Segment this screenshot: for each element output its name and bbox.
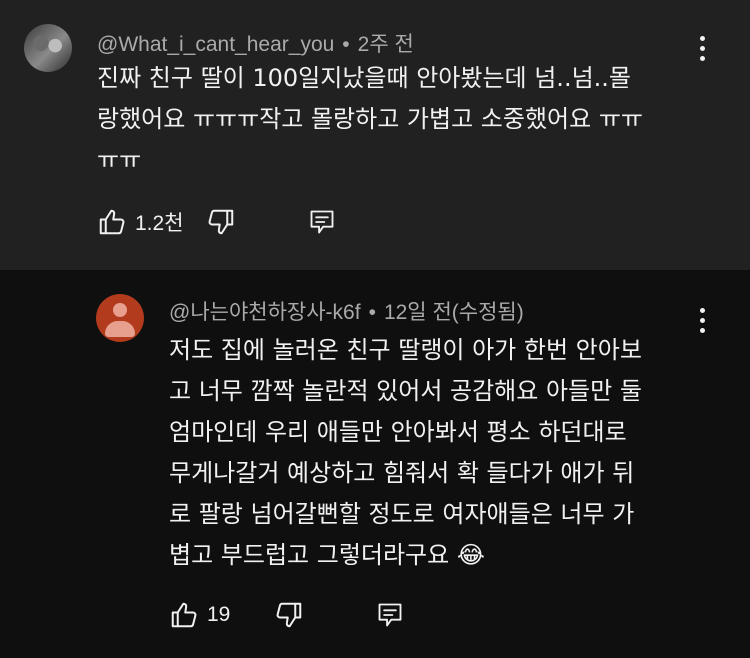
reply-text-line: 엄마인데 우리 애들만 안아봐서 평소 하던대로 — [169, 418, 627, 446]
thumbs-up-icon — [171, 602, 197, 628]
reply-text-line: 저도 집에 놀러온 친구 딸랭이 아가 한번 안아보 — [169, 336, 642, 364]
reply-text: 저도 집에 놀러온 친구 딸랭이 아가 한번 안아보 고 너무 깜짝 놀란적 있… — [169, 330, 642, 576]
comment-text-line: 랑했어요 ㅠㅠㅠ작고 몰랑하고 가볍고 소중했어요 ㅠㅠ — [97, 105, 643, 133]
commenter-avatar[interactable] — [24, 24, 72, 72]
comment-author[interactable]: @What_i_cant_hear_you — [97, 33, 334, 56]
comment-text-line: ㅠㅠ — [97, 146, 142, 174]
dislike-button[interactable] — [274, 600, 304, 630]
meta-separator: • — [368, 301, 376, 324]
comment-thread-reply: @나는야천하장사-k6f • 12일 전(수정됨) 저도 집에 놀러온 친구 딸랭이… — [0, 270, 750, 658]
reply-time[interactable]: 12일 전(수정됨) — [384, 301, 524, 324]
reply-text-line: 볍고 부드럽고 그렇더라구요 😂 — [169, 541, 485, 569]
comment-text: 진짜 친구 딸이 100일지났을때 안아봤는데 넘..넘..몰 랑했어요 ㅠㅠㅠ… — [97, 58, 643, 181]
reply-author[interactable]: @나는야천하장사-k6f — [169, 301, 361, 324]
reply-button[interactable] — [376, 600, 404, 630]
more-vertical-icon[interactable] — [690, 308, 714, 338]
reply-avatar[interactable] — [96, 294, 144, 342]
comment-time[interactable]: 2주 전 — [358, 33, 414, 56]
like-count: 1.2천 — [135, 212, 184, 235]
reply-actions: 19 — [169, 597, 404, 633]
reply-meta: @나는야천하장사-k6f • 12일 전(수정됨) — [169, 296, 524, 326]
reply-text-line: 무게나갈거 예상하고 힘줘서 확 들다가 애가 뒤 — [169, 459, 635, 487]
thumbs-down-icon — [208, 209, 233, 235]
comment-meta: @What_i_cant_hear_you • 2주 전 — [97, 28, 414, 58]
reply-text-line: 로 팔랑 넘어갈뻔할 정도로 여자애들은 너무 가 — [169, 500, 635, 528]
more-vertical-icon[interactable] — [690, 36, 714, 66]
reply-comment-icon — [310, 210, 333, 234]
reply-comment-icon — [378, 603, 402, 627]
meta-separator: • — [342, 33, 350, 56]
avatar-head — [113, 303, 127, 317]
reply-text-line: 고 너무 깜짝 놀란적 있어서 공감해요 아들만 둘 — [169, 377, 642, 405]
comment-thread-top: @What_i_cant_hear_you • 2주 전 진짜 친구 딸이 100일… — [0, 0, 750, 270]
reply-button[interactable] — [308, 207, 336, 237]
comment-actions: 1.2천 — [97, 204, 336, 240]
like-button[interactable]: 1.2천 — [97, 207, 184, 237]
comment-text-line: 진짜 친구 딸이 100일지났을때 안아봤는데 넘..넘..몰 — [97, 64, 631, 92]
dislike-button[interactable] — [206, 207, 236, 237]
like-button[interactable]: 19 — [169, 600, 230, 630]
avatar-body — [105, 321, 135, 337]
thumbs-up-icon — [99, 209, 125, 235]
like-count: 19 — [207, 603, 231, 626]
thumbs-down-icon — [276, 602, 302, 628]
